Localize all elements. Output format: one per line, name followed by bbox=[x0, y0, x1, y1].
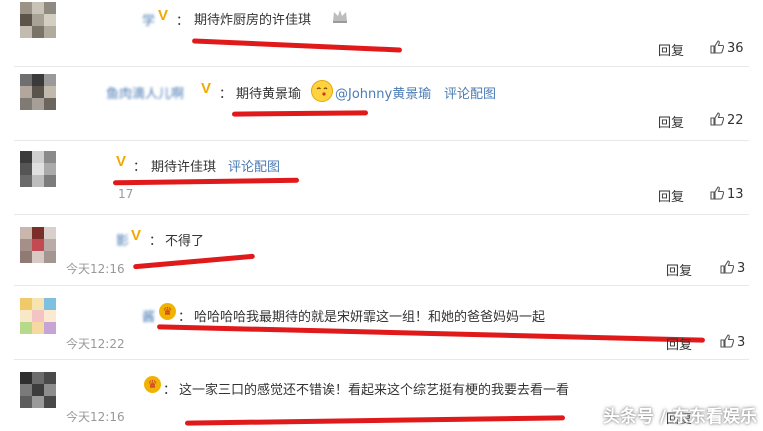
like-count: 13 bbox=[727, 187, 744, 202]
username[interactable]: 鱼肉滴人儿啊 bbox=[106, 83, 184, 102]
crown-icon bbox=[333, 10, 347, 23]
reply-button[interactable]: 回复 bbox=[666, 260, 692, 279]
username[interactable]: 学 bbox=[142, 10, 155, 29]
like-button[interactable]: 3 bbox=[720, 334, 745, 350]
like-count: 36 bbox=[727, 41, 744, 56]
red-strike bbox=[112, 177, 300, 186]
colon: ： bbox=[149, 234, 163, 249]
avatar[interactable] bbox=[20, 2, 56, 38]
comment-item: 影 V ： 不得了 今天12:16 回复 3 bbox=[0, 215, 763, 285]
comment-text: 这一家三口的感觉还不错诶！看起来这个综艺挺有梗的我要去看一看 bbox=[179, 383, 570, 398]
like-count: 3 bbox=[737, 261, 746, 276]
colon: ： bbox=[163, 383, 177, 398]
colon: ： bbox=[133, 160, 147, 175]
thumb-up-icon bbox=[720, 260, 734, 274]
comment-image-link[interactable]: 评论配图 bbox=[228, 156, 280, 175]
timestamp: 今天12:16 bbox=[66, 410, 125, 424]
comment-item: V ： 期待许佳琪 评论配图 17 回复 13 bbox=[0, 141, 763, 214]
comment-item: 酱 ♛ ： 哈哈哈哈我最期待的就是宋妍霏这一组！和她的爸爸妈妈一起 今天12:2… bbox=[0, 286, 763, 359]
like-button[interactable]: 36 bbox=[710, 40, 744, 56]
comment-text: 期待许佳琪 bbox=[151, 160, 217, 175]
timestamp: 17 bbox=[118, 187, 134, 201]
like-button[interactable]: 13 bbox=[710, 186, 744, 202]
red-strike bbox=[157, 324, 705, 343]
reply-button[interactable]: 回复 bbox=[658, 186, 684, 205]
red-strike bbox=[231, 110, 369, 117]
thumb-up-icon bbox=[710, 40, 724, 54]
like-count: 22 bbox=[727, 113, 744, 128]
verified-badge-icon: V bbox=[201, 80, 212, 97]
mention-link[interactable]: @Johnny黄景瑜 bbox=[335, 83, 431, 102]
like-count: 3 bbox=[737, 335, 746, 350]
thumb-up-icon bbox=[720, 334, 734, 348]
verified-badge-icon: V bbox=[116, 153, 127, 170]
vip-crown-icon: ♛ bbox=[159, 303, 176, 320]
red-strike bbox=[133, 253, 255, 270]
comment-image-link[interactable]: 评论配图 bbox=[444, 83, 496, 102]
reply-button[interactable]: 回复 bbox=[658, 40, 684, 59]
vip-crown-icon: ♛ bbox=[144, 376, 161, 393]
avatar[interactable] bbox=[20, 227, 56, 263]
avatar[interactable] bbox=[20, 298, 56, 334]
avatar[interactable] bbox=[20, 151, 56, 187]
colon: ： bbox=[176, 14, 190, 29]
timestamp: 今天12:16 bbox=[66, 262, 125, 276]
red-strike bbox=[191, 38, 403, 53]
colon: ： bbox=[178, 310, 192, 325]
verified-badge-icon: V bbox=[158, 7, 169, 24]
kiss-emoji-icon bbox=[311, 80, 333, 102]
like-button[interactable]: 22 bbox=[710, 112, 744, 128]
comment-text: 期待黄景瑜 bbox=[236, 87, 302, 102]
red-strike bbox=[184, 415, 566, 426]
thumb-up-icon bbox=[710, 112, 724, 126]
reply-button[interactable]: 回复 bbox=[658, 112, 684, 131]
like-button[interactable]: 3 bbox=[720, 260, 745, 276]
comment-item: 鱼肉滴人儿啊 V ： 期待黄景瑜 @Johnny黄景瑜 评论配图 回复 22 bbox=[0, 67, 763, 140]
thumb-up-icon bbox=[710, 186, 724, 200]
avatar[interactable] bbox=[20, 372, 56, 408]
comment-text: 不得了 bbox=[165, 234, 205, 249]
colon: ： bbox=[219, 87, 233, 102]
timestamp: 今天12:22 bbox=[66, 337, 125, 351]
verified-badge-icon: V bbox=[131, 227, 142, 244]
comment-text: 哈哈哈哈我最期待的就是宋妍霏这一组！和她的爸爸妈妈一起 bbox=[194, 310, 546, 325]
comment-text: 期待炸厨房的许佳琪 bbox=[194, 13, 312, 28]
reply-button[interactable]: 回复 bbox=[666, 334, 692, 353]
comment-item: 学 V ： 期待炸厨房的许佳琪 回复 36 bbox=[0, 0, 763, 66]
watermark: 头条号 / 东东看娱乐 bbox=[602, 407, 757, 427]
username[interactable]: 影 bbox=[116, 230, 129, 249]
avatar[interactable] bbox=[20, 74, 56, 110]
username[interactable]: 酱 bbox=[142, 306, 155, 325]
